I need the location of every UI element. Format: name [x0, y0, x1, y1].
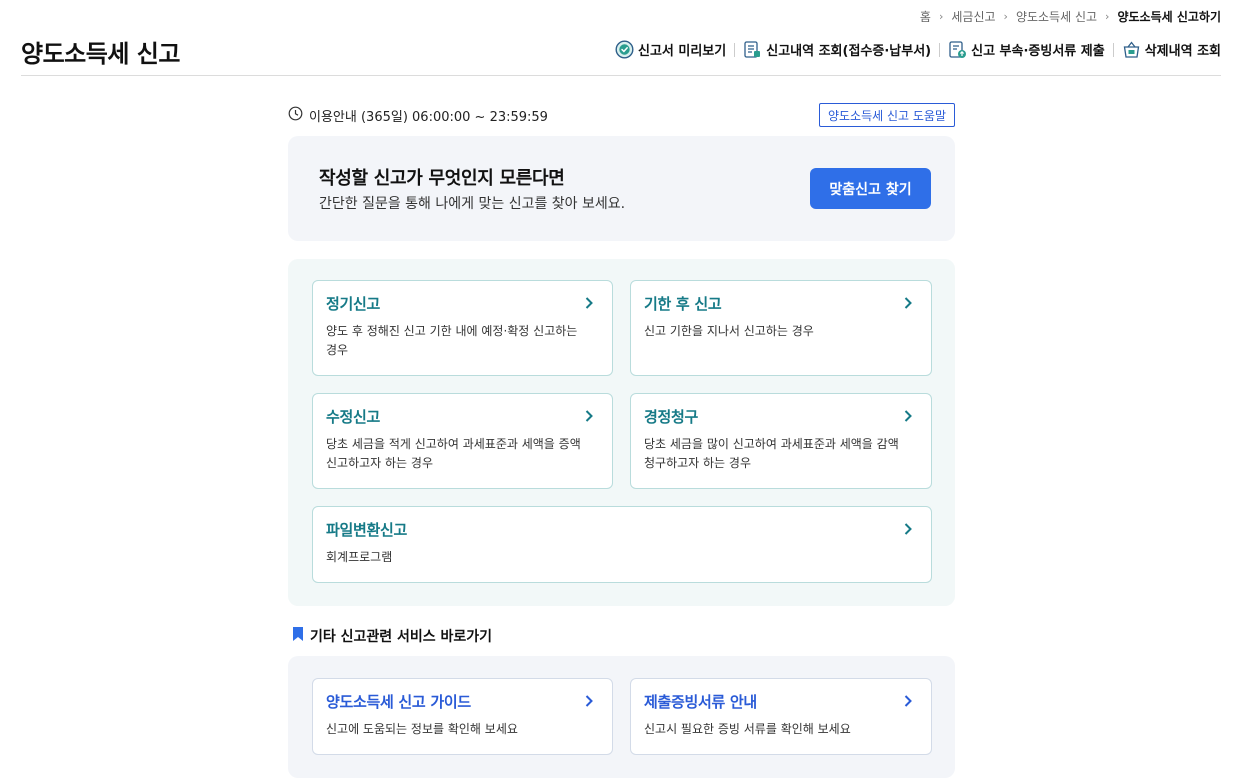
report-type-card-amended[interactable]: 수정신고 당초 세금을 적게 신고하여 과세표준과 세액을 증액 신고하고자 하… [312, 393, 613, 489]
report-history-label: 신고내역 조회(접수증·납부서) [766, 44, 932, 59]
chevron-right-icon: › [1003, 10, 1008, 23]
other-services-heading: 기타 신고관련 서비스 바로가기 [292, 626, 492, 646]
find-custom-report-button[interactable]: 맞춤신고 찾기 [810, 168, 931, 209]
guide-card[interactable]: 양도소득세 신고 가이드 신고에 도움되는 정보를 확인해 보세요 [312, 678, 613, 755]
report-type-card-file-conversion[interactable]: 파일변환신고 회계프로그램 [312, 506, 932, 583]
card-description: 신고 기한을 지나서 신고하는 경우 [644, 324, 814, 338]
service-hours-text: 이용안내 (365일) 06:00:00 ~ 23:59:59 [309, 110, 548, 125]
report-type-panel: 정기신고 양도 후 정해진 신고 기한 내에 예정·확정 신고하는 경우 기한 … [288, 259, 955, 606]
card-description: 신고시 필요한 증빙 서류를 확인해 보세요 [644, 722, 851, 736]
find-report-subtitle: 간단한 질문을 통해 나에게 맞는 신고를 찾아 보세요. [319, 196, 626, 212]
find-report-banner: 작성할 신고가 무엇인지 모른다면 간단한 질문을 통해 나에게 맞는 신고를 … [288, 136, 955, 241]
card-title: 제출증빙서류 안내 [644, 693, 757, 711]
breadcrumb-current: 양도소득세 신고하기 [1117, 10, 1221, 24]
top-actions: 신고서 미리보기 신고내역 조회(접수증·납부서) 신고 부속·증빙서류 제출 … [615, 40, 1221, 59]
chevron-right-icon: › [1105, 10, 1110, 23]
card-title: 양도소득세 신고 가이드 [326, 693, 471, 711]
chevron-right-icon: › [938, 10, 944, 23]
card-description: 당초 세금을 적게 신고하여 과세표준과 세액을 증액 신고하고자 하는 경우 [326, 437, 581, 470]
header-divider [21, 75, 1221, 76]
chevron-right-icon [904, 410, 912, 422]
breadcrumb: 홈 › 세금신고 › 양도소득세 신고 › 양도소득세 신고하기 [920, 8, 1221, 25]
chevron-right-icon [585, 695, 593, 707]
divider [1112, 42, 1114, 57]
divider [939, 42, 941, 57]
document-upload-icon [948, 40, 967, 59]
chevron-right-icon [904, 297, 912, 309]
page-title: 양도소득세 신고 [21, 40, 180, 68]
card-title: 수정신고 [326, 408, 381, 426]
breadcrumb-capital-gains[interactable]: 양도소득세 신고 [1016, 8, 1097, 25]
card-description: 당초 세금을 많이 신고하여 과세표준과 세액을 감액 청구하고자 하는 경우 [644, 437, 899, 470]
other-services-heading-text: 기타 신고관련 서비스 바로가기 [310, 629, 493, 645]
chevron-right-icon [585, 410, 593, 422]
card-title: 정기신고 [326, 295, 381, 313]
help-button[interactable]: 양도소득세 신고 도움말 [818, 103, 955, 127]
chevron-right-icon [585, 297, 593, 309]
find-report-title: 작성할 신고가 무엇인지 모른다면 [319, 168, 565, 189]
card-description: 양도 후 정해진 신고 기한 내에 예정·확정 신고하는 경우 [326, 324, 578, 357]
check-circle-icon [615, 40, 634, 59]
card-title: 파일변환신고 [326, 521, 408, 539]
report-history-button[interactable]: 신고내역 조회(접수증·납부서) [743, 40, 931, 59]
breadcrumb-tax-report[interactable]: 세금신고 [951, 8, 995, 25]
bookmark-icon [292, 626, 304, 646]
deleted-history-button[interactable]: 삭제내역 조회 [1122, 40, 1221, 59]
submit-documents-button[interactable]: 신고 부속·증빙서류 제출 [948, 40, 1105, 59]
evidence-documents-card[interactable]: 제출증빙서류 안내 신고시 필요한 증빙 서류를 확인해 보세요 [630, 678, 932, 755]
card-title: 경정청구 [644, 408, 699, 426]
card-title: 기한 후 신고 [644, 295, 722, 313]
submit-documents-label: 신고 부속·증빙서류 제출 [971, 44, 1105, 59]
report-type-card-regular[interactable]: 정기신고 양도 후 정해진 신고 기한 내에 예정·확정 신고하는 경우 [312, 280, 613, 376]
deleted-history-label: 삭제내역 조회 [1144, 44, 1221, 59]
preview-report-button[interactable]: 신고서 미리보기 [615, 40, 726, 59]
basket-icon [1122, 40, 1141, 59]
card-description: 신고에 도움되는 정보를 확인해 보세요 [326, 722, 518, 736]
clock-icon [288, 106, 303, 125]
breadcrumb-home[interactable]: 홈 [920, 8, 931, 25]
chevron-right-icon [904, 523, 912, 535]
divider [734, 42, 736, 57]
service-hours: 이용안내 (365일) 06:00:00 ~ 23:59:59 [288, 106, 548, 125]
report-type-card-refund-claim[interactable]: 경정청구 당초 세금을 많이 신고하여 과세표준과 세액을 감액 청구하고자 하… [630, 393, 932, 489]
preview-report-label: 신고서 미리보기 [637, 44, 727, 59]
chevron-right-icon [904, 695, 912, 707]
report-type-card-late[interactable]: 기한 후 신고 신고 기한을 지나서 신고하는 경우 [630, 280, 932, 376]
other-services-panel: 양도소득세 신고 가이드 신고에 도움되는 정보를 확인해 보세요 제출증빙서류… [288, 656, 955, 778]
document-list-icon [743, 40, 762, 59]
card-description: 회계프로그램 [326, 550, 393, 564]
